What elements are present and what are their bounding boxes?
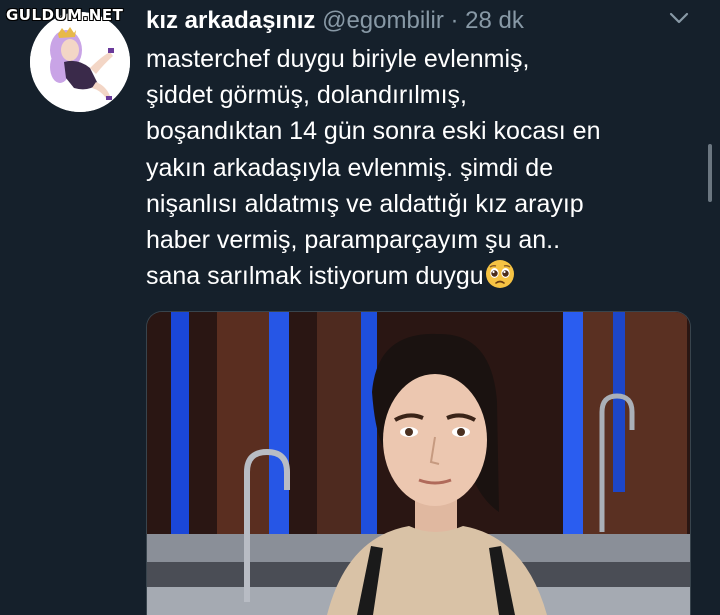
scrollbar-thumb[interactable] [708,144,712,202]
tweet-text: masterchef duygu biriyle evlenmiş, şidde… [146,41,706,294]
timestamp[interactable]: 28 dk [465,7,524,34]
chevron-down-icon[interactable] [668,10,690,26]
avatar[interactable] [30,12,130,112]
separator-dot: · [450,7,459,34]
tweet-header: kız arkadaşınız @egombilir · 28 dk [146,6,524,36]
watermark-logo: GULDUM.NET [6,6,124,24]
tweet-body: masterchef duygu biriyle evlenmiş, şidde… [146,45,601,291]
display-name[interactable]: kız arkadaşınız [146,7,315,34]
tweet-media-image[interactable] [146,311,691,615]
user-handle[interactable]: @egombilir [322,7,444,34]
pleading-face-emoji [484,258,516,290]
